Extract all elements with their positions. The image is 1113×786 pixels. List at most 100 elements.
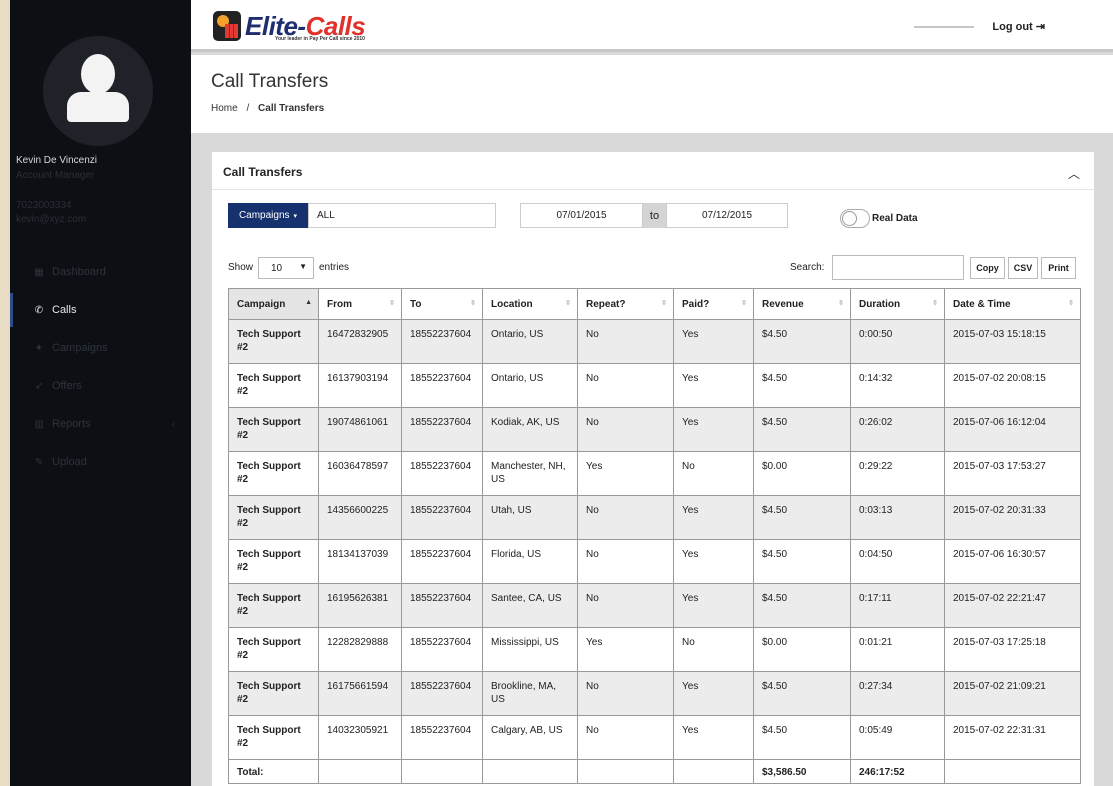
sidebar-item-label: Offers: [52, 380, 82, 392]
column-header-label: Location: [491, 298, 533, 310]
column-header-from[interactable]: From ⇳: [318, 288, 402, 320]
sort-icon: ⇳: [1068, 300, 1074, 307]
table-row: Tech Support #2 16472832905 18552237604 Ont…: [228, 319, 1081, 364]
campaigns-dropdown-button[interactable]: Campaigns ▾: [228, 203, 308, 228]
sort-icon: ⇳: [565, 300, 571, 307]
column-header-location[interactable]: Location ⇳: [482, 288, 578, 320]
cell-location: Manchester, NH, US: [482, 451, 578, 496]
table-total-row: Total: $3,586.50 246:17:52: [228, 759, 1081, 784]
cell-revenue: $4.50: [753, 583, 851, 628]
upload-icon: ✎: [34, 456, 44, 468]
cell-from: 14032305921: [318, 715, 402, 760]
copy-button[interactable]: Copy: [970, 257, 1005, 279]
reports-icon: ▥: [34, 418, 44, 430]
column-header-revenue[interactable]: Revenue ⇳: [753, 288, 851, 320]
sidebar-item-campaigns[interactable]: ✦ Campaigns: [10, 331, 191, 365]
dashboard-icon: ▦: [34, 266, 44, 278]
caret-down-icon: ▾: [293, 212, 298, 220]
sidebar-item-reports[interactable]: ▥ Reports ‹: [10, 407, 191, 441]
cell-campaign: Tech Support #2: [228, 539, 319, 584]
cell-to: 18552237604: [401, 539, 483, 584]
cell-location: Mississippi, US: [482, 627, 578, 672]
column-header-label: Paid?: [682, 298, 710, 310]
column-header-to[interactable]: To ⇳: [401, 288, 483, 320]
cell-date-time: 2015-07-02 22:21:47: [944, 583, 1081, 628]
real-data-toggle[interactable]: [840, 209, 870, 228]
sidebar-item-label: Reports: [52, 418, 91, 430]
page-header: Call Transfers Home / Call Transfers: [191, 55, 1113, 133]
logout-link[interactable]: Log out ⇥: [992, 20, 1045, 33]
column-header-paid[interactable]: Paid? ⇳: [673, 288, 754, 320]
cell-location: Kodiak, AK, US: [482, 407, 578, 452]
table-body: Tech Support #2 16472832905 18552237604 Ont…: [228, 319, 1081, 784]
column-header-campaign[interactable]: Campaign ▲: [228, 288, 319, 320]
entries-select[interactable]: 10 ▼: [258, 257, 314, 279]
cell-duration: 0:17:11: [850, 583, 945, 628]
date-range-to-label: to: [643, 203, 666, 228]
cell-from: 16472832905: [318, 319, 402, 364]
call-transfers-panel: Call Transfers ︿ Campaigns ▾ ALL 07/01/2…: [211, 151, 1095, 786]
date-from-input[interactable]: 07/01/2015: [520, 203, 643, 228]
cell-repeat: No: [577, 407, 674, 452]
cell-duration: 0:14:32: [850, 363, 945, 408]
breadcrumb-home[interactable]: Home: [211, 103, 238, 114]
column-header-duration[interactable]: Duration ⇳: [850, 288, 945, 320]
entries-value: 10: [271, 262, 283, 274]
cell-revenue: $4.50: [753, 407, 851, 452]
print-button[interactable]: Print: [1041, 257, 1076, 279]
cell-repeat: No: [577, 363, 674, 408]
cell-revenue: $4.50: [753, 715, 851, 760]
sidebar-item-label: Calls: [52, 304, 77, 316]
cell-repeat: No: [577, 495, 674, 540]
search-input[interactable]: [832, 255, 964, 280]
cell-campaign: Tech Support #2: [228, 407, 319, 452]
phone-icon: ✆: [34, 304, 44, 316]
table-row: Tech Support #2 16137903194 18552237604 Ont…: [228, 363, 1081, 408]
sidebar-item-upload[interactable]: ✎ Upload: [10, 445, 191, 479]
cell-location: Santee, CA, US: [482, 583, 578, 628]
cell-date-time: 2015-07-02 20:31:33: [944, 495, 1081, 540]
column-header-repeat[interactable]: Repeat? ⇳: [577, 288, 674, 320]
cell-to: 18552237604: [401, 451, 483, 496]
sidebar: Kevin De Vincenzi Account Manager 702300…: [10, 0, 191, 786]
cell-paid: Yes: [673, 671, 754, 716]
sidebar-item-offers[interactable]: ➶ Offers: [10, 369, 191, 403]
sidebar-item-calls[interactable]: ✆ Calls: [10, 293, 191, 327]
user-phone: 7023003334: [16, 200, 72, 211]
cell-duration: 0:26:02: [850, 407, 945, 452]
cell-to: 18552237604: [401, 495, 483, 540]
real-data-label: Real Data: [872, 213, 918, 224]
column-header-date-time[interactable]: Date & Time ⇳: [944, 288, 1081, 320]
sidebar-item-dashboard[interactable]: ▦ Dashboard: [10, 255, 191, 289]
csv-button[interactable]: CSV: [1008, 257, 1038, 279]
cell-from: 16036478597: [318, 451, 402, 496]
cell-repeat: No: [577, 583, 674, 628]
cell-date-time: 2015-07-06 16:12:04: [944, 407, 1081, 452]
cell-paid: Yes: [673, 407, 754, 452]
table-row: Tech Support #2 16036478597 18552237604 Man…: [228, 451, 1081, 496]
cell-to: 18552237604: [401, 671, 483, 716]
breadcrumb: Home / Call Transfers: [211, 103, 324, 114]
sort-icon: ⇳: [389, 300, 395, 307]
cell-duration: 0:00:50: [850, 319, 945, 364]
entries-label: entries: [319, 262, 350, 273]
cell-campaign: Tech Support #2: [228, 495, 319, 540]
campaign-filter-input[interactable]: ALL: [308, 203, 496, 228]
chevron-up-icon[interactable]: ︿: [1068, 165, 1080, 182]
cell-revenue: $4.50: [753, 671, 851, 716]
cell-to: 18552237604: [401, 319, 483, 364]
total-empty-cell: [673, 759, 754, 784]
campaigns-button-label: Campaigns: [238, 210, 290, 221]
sort-icon: ⇳: [741, 300, 747, 307]
sort-icon: ⇳: [661, 300, 667, 307]
table-header-row: Campaign ▲ From ⇳ To ⇳ Location ⇳ Repeat? ⇳ P…: [228, 288, 1081, 320]
panel-header: Call Transfers ︿: [212, 152, 1094, 190]
cell-duration: 0:03:13: [850, 495, 945, 540]
cell-revenue: $4.50: [753, 495, 851, 540]
cell-paid: Yes: [673, 583, 754, 628]
total-empty-cell: [318, 759, 402, 784]
cell-date-time: 2015-07-03 15:18:15: [944, 319, 1081, 364]
date-to-input[interactable]: 07/12/2015: [666, 203, 788, 228]
sidebar-item-label: Dashboard: [52, 266, 106, 278]
topbar: Elite-Calls Your leader in Pay Per Call …: [191, 0, 1113, 52]
